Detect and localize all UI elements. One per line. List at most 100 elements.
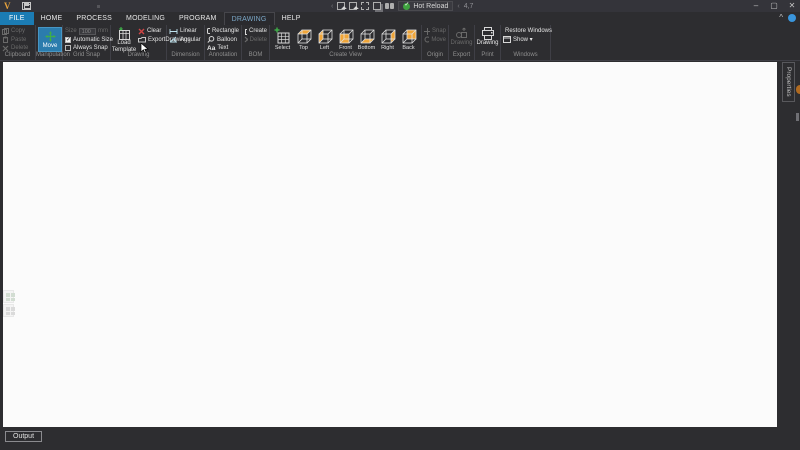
bom-delete-button[interactable]: Delete [244,36,267,45]
load-template-button[interactable]: Load Template [112,27,136,53]
angular-dimension-button[interactable]: Angular [169,36,202,45]
automatic-size-checkbox[interactable]: Automatic Size [65,36,113,45]
dock-grid-button[interactable] [3,304,15,317]
save-icon[interactable] [22,2,31,10]
origin-snap-button[interactable]: Snap [424,27,446,36]
tab-drawing[interactable]: DRAWING [223,12,275,25]
show-windows-button[interactable]: Show ▾ [503,36,548,45]
printer-icon [481,27,494,40]
origin-move-icon [424,36,430,43]
titlebar-marker [97,5,100,8]
tab-home[interactable]: HOME [34,12,70,25]
rectangle-annotation-button[interactable]: Rectangle [207,27,239,36]
properties-tab[interactable]: Properties [782,62,795,102]
collapse-ribbon-icon[interactable]: ^ [779,13,783,23]
balloon-icon [207,36,215,44]
group-title: Origin [426,52,443,58]
create-view-back-button[interactable]: Back [398,27,419,52]
group-title: Manipulation [36,52,71,58]
tab-file[interactable]: FILE [0,12,34,25]
hot-reload-icon [403,1,411,10]
track-focused-element-icon[interactable] [373,2,382,10]
help-icon[interactable] [788,14,796,22]
grid-size-row: Size 100 mm [65,27,108,35]
group-title: Drawing [127,52,150,58]
origin-move-button[interactable]: Move [424,36,446,45]
debug-overlay-toolbar: ‹ Hot Reload ‹ 4,7 [331,1,473,11]
minimize-button[interactable]: – [750,0,762,12]
drawing-canvas[interactable] [3,62,777,427]
tab-help[interactable]: HELP [275,12,308,25]
linear-dimension-button[interactable]: Linear [169,27,202,36]
paste-button[interactable]: Paste [2,36,33,45]
select-element-icon[interactable] [349,2,358,10]
create-view-label: Back [402,45,415,51]
balloon-annotation-button[interactable]: Balloon [207,36,239,45]
move-button[interactable]: Move [38,27,62,52]
export-drawing-icon [456,27,467,38]
load-template-icon [119,27,130,40]
create-view-label: Top [299,45,308,51]
move-label: Move [42,43,58,49]
angular-dimension-icon [169,36,177,43]
group-title: Create View [329,52,362,58]
cube-right-face-icon [381,29,395,44]
checkbox-icon [65,36,71,43]
export-drawing-button[interactable]: Drawing [451,27,473,47]
group-title: Grid Snap [72,52,100,58]
bom-delete-icon [244,36,248,43]
dock-handle-widget[interactable] [3,290,15,320]
group-clipboard: Copy Paste Delete Clipboard [0,25,36,60]
linear-dimension-icon [169,28,178,34]
app-logo-icon: V [4,1,11,11]
cube-bottom-face-icon [360,29,374,44]
cube-back-face-icon [402,29,416,44]
window-controls: – ▢ ✕ [750,0,798,12]
group-title: Clipboard [4,52,31,58]
tab-process[interactable]: PROCESS [69,12,119,25]
version-text: 4,7 [463,2,474,10]
create-view-label: Bottom [357,45,376,51]
create-view-select-button[interactable]: Select [272,27,293,52]
mouse-cursor [140,42,149,55]
maximize-button[interactable]: ▢ [768,0,780,12]
group-create-view: Select Top Left Front Bottom Right Back Create… [270,25,422,60]
bottom-panel-strip: Output [0,427,800,450]
print-drawing-button[interactable]: Drawing [477,27,499,47]
close-button[interactable]: ✕ [786,0,798,12]
checkbox-icon [65,45,71,52]
group-bom: Create Delete BOM [242,25,270,60]
view-select-grid-icon [274,27,289,44]
rectangle-icon [207,28,210,35]
go-to-live-visual-tree-icon[interactable] [337,2,346,10]
grid-size-input[interactable]: 100 [78,27,96,35]
binoculars-icon[interactable] [385,3,395,9]
group-origin: Snap Move Origin [422,25,449,60]
group-dimension: Linear Angular Dimension [167,25,205,60]
clear-icon [138,28,145,35]
group-title: Windows [513,52,538,58]
tab-program[interactable]: PROGRAM [172,12,224,25]
create-view-label: Right [381,45,394,51]
copy-button[interactable]: Copy [2,27,33,36]
create-view-front-button[interactable]: Front [335,27,356,52]
origin-snap-icon [424,27,430,35]
create-view-right-button[interactable]: Right [377,27,398,52]
hot-reload-button[interactable]: Hot Reload [398,1,454,11]
debug-separator: ‹ [457,2,460,10]
bom-create-button[interactable]: Create [244,27,267,36]
tabrow-right-controls: ^ [779,13,796,23]
group-title: Export [452,52,471,58]
display-layout-adorners-icon[interactable] [361,2,370,10]
output-tab[interactable]: Output [5,431,43,442]
ribbon-tab-bar: FILE HOME PROCESS MODELING PROGRAM DRAWI… [0,12,800,25]
tab-modeling[interactable]: MODELING [119,12,172,25]
restore-windows-button[interactable]: Restore Windows [503,27,552,36]
create-view-bottom-button[interactable]: Bottom [356,27,377,52]
create-view-label: Front [339,45,352,51]
dock-grid-button[interactable] [3,290,15,303]
copy-icon [2,27,9,35]
create-view-left-button[interactable]: Left [314,27,335,52]
debug-collapse-icon[interactable]: ‹ [331,3,333,10]
create-view-top-button[interactable]: Top [293,27,314,52]
